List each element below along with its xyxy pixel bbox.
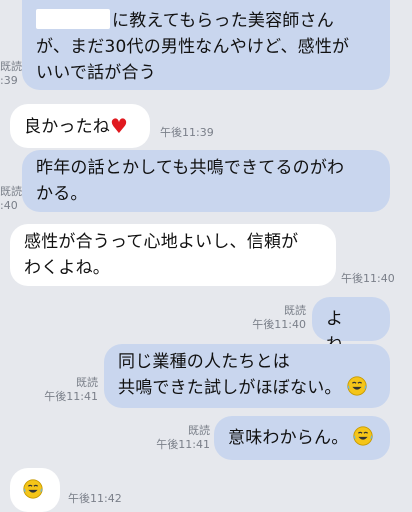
message-line: わくよね。 (24, 258, 110, 278)
message-line: 昨年の話とかしても共鳴できてるのがわ (36, 158, 345, 178)
message-bubble-sent[interactable]: 同じ業種の人たちとは 共鳴できた試しがほぼない。 (104, 344, 390, 408)
message-bubble-received[interactable]: 感性が合うって心地よいし、信頼が わくよね。 (10, 224, 336, 286)
message-bubble-received[interactable] (10, 468, 60, 512)
message-bubble-received[interactable]: 良かったね♥ (10, 104, 150, 148)
message-time: 午後11:42 (68, 492, 122, 505)
laughing-tears-emoji-icon (353, 426, 374, 446)
message-text: 意味わからん。 (228, 428, 349, 448)
laughing-tears-emoji-icon (23, 479, 43, 499)
message-bubble-sent[interactable]: 昨年の話とかしても共鳴できてるのがわ かる。 (22, 150, 390, 212)
read-receipt: 既読 :39 (0, 60, 22, 87)
read-receipt: 既読 午後11:40 (252, 304, 306, 331)
message-text: 良かったね (24, 117, 110, 137)
read-receipt: 既読 午後11:41 (156, 424, 210, 451)
message-bubble-sent[interactable]: よね。 (312, 297, 390, 355)
message-bubble-sent[interactable]: に教えてもらった美容師さん が、まだ30代の男性なんやけど、感性が いいで話が合… (22, 0, 390, 90)
message-line: いいで話が合う (36, 63, 156, 83)
message-line: 感性が合うって心地よいし、信頼が (24, 232, 299, 252)
heart-icon: ♥ (110, 114, 129, 138)
message-line: かる。 (36, 184, 88, 204)
message-line: 同じ業種の人たちとは (118, 352, 290, 372)
message-bubble-sent[interactable]: 意味わからん。 (214, 416, 390, 460)
message-line: に教えてもらった美容師さん (36, 8, 376, 34)
laughing-tears-emoji-icon (346, 376, 367, 396)
message-time: 午後11:39 (160, 126, 214, 139)
message-line: が、まだ30代の男性なんやけど、感性が (36, 37, 350, 57)
message-line: 共鳴できた試しがほぼない。 (118, 375, 376, 401)
read-receipt: 既読 午後11:41 (44, 376, 98, 403)
read-receipt: 既読 :40 (0, 185, 22, 212)
redacted-name-box (36, 9, 110, 29)
message-time: 午後11:40 (341, 272, 395, 285)
